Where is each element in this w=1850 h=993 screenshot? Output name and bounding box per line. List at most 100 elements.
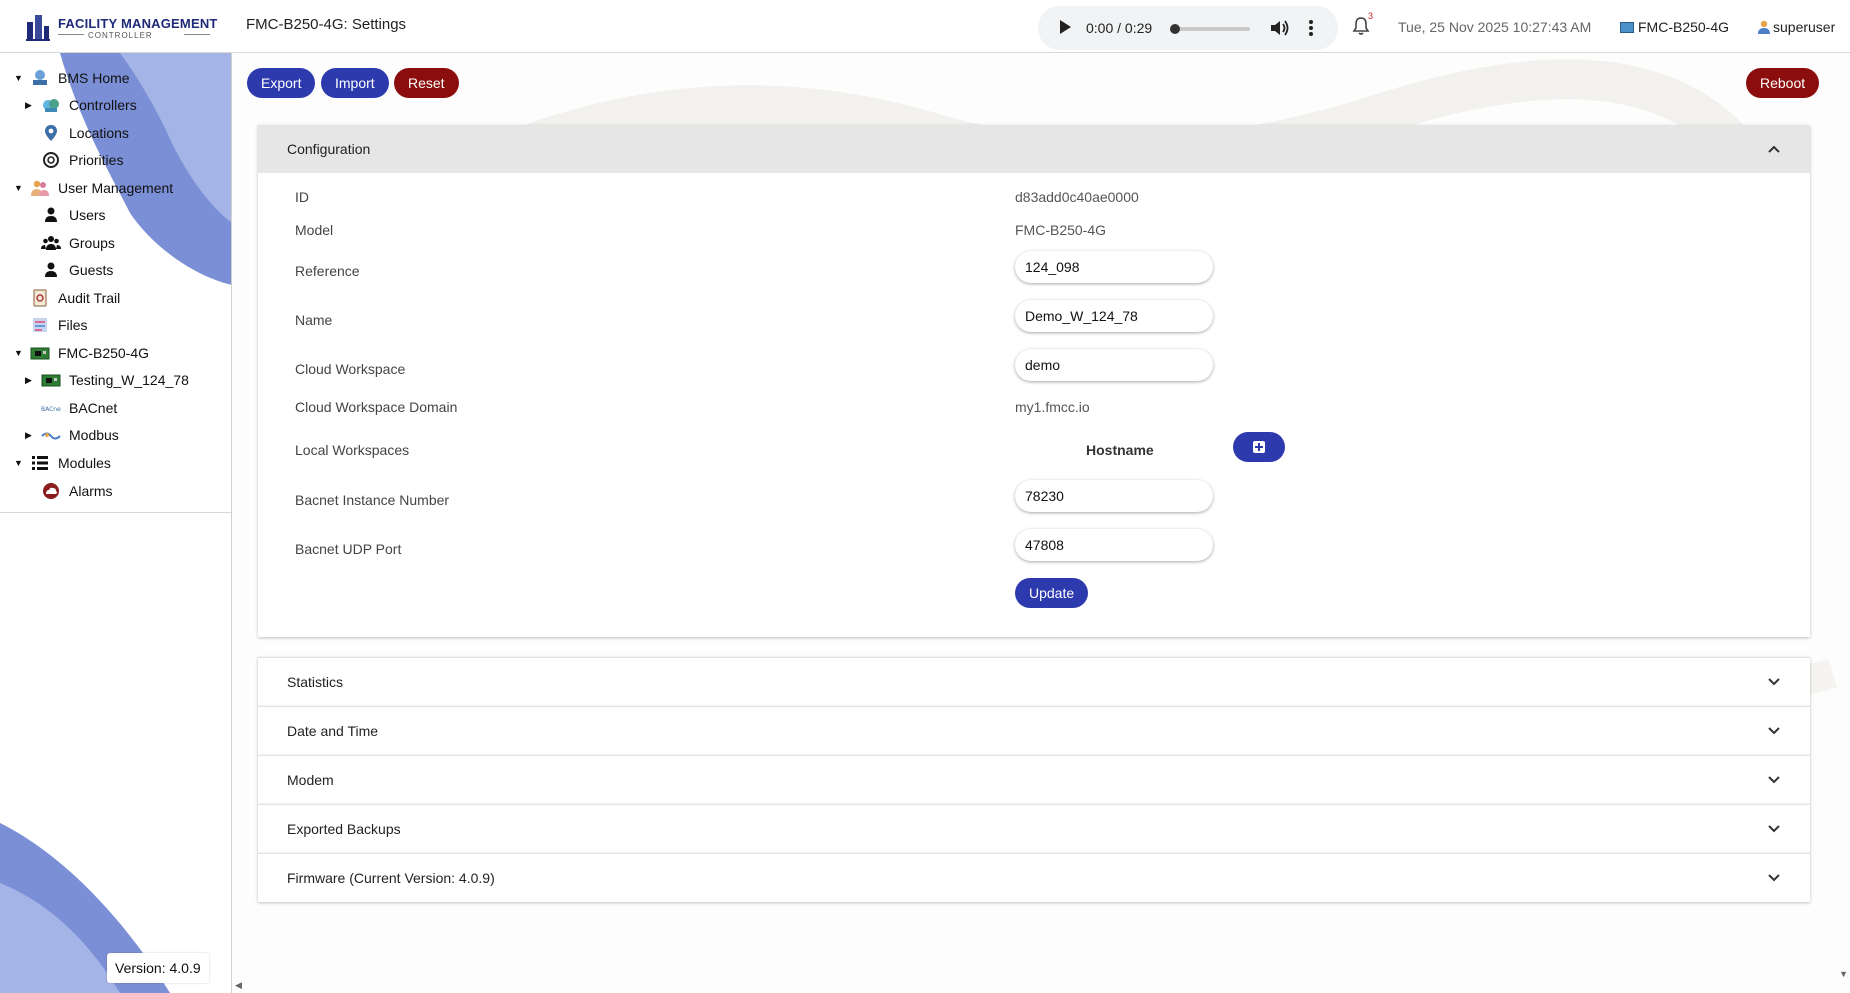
logo-divider — [58, 34, 84, 35]
reset-button[interactable]: Reset — [394, 68, 459, 98]
bacnet-port-label: Bacnet UDP Port — [295, 541, 402, 557]
sidebar-item-audit-trail[interactable]: Audit Trail — [14, 286, 120, 310]
firmware-header[interactable]: Firmware (Current Version: 4.0.9) — [258, 854, 1810, 902]
chevron-down-icon[interactable] — [1768, 676, 1780, 688]
sidebar-item-bacnet[interactable]: BACnet BACnet — [25, 396, 117, 420]
user-avatar-icon — [1758, 20, 1770, 34]
chevron-down-icon[interactable] — [1768, 725, 1780, 737]
sidebar-item-testing-w-124-78[interactable]: ▶ Testing_W_124_78 — [25, 368, 189, 392]
bacnet-port-input[interactable] — [1015, 529, 1213, 561]
bms-home-icon — [30, 69, 50, 87]
sidebar-item-label: BMS Home — [58, 70, 130, 86]
hostname-column-header: Hostname — [1086, 442, 1154, 458]
sidebar-item-users[interactable]: Users — [25, 203, 106, 227]
cloud-workspace-input[interactable] — [1015, 349, 1213, 381]
exported-backups-panel[interactable]: Exported Backups — [258, 804, 1810, 853]
caret-right-icon[interactable]: ▶ — [25, 430, 37, 441]
import-button[interactable]: Import — [321, 68, 389, 98]
date-time-panel[interactable]: Date and Time — [258, 706, 1810, 755]
firmware-panel[interactable]: Firmware (Current Version: 4.0.9) — [258, 853, 1810, 902]
version-badge: Version: 4.0.9 — [107, 953, 209, 983]
audio-seek-bar[interactable] — [1170, 24, 1250, 34]
name-input[interactable] — [1015, 300, 1213, 332]
sidebar-item-label: Audit Trail — [58, 290, 121, 306]
sidebar-item-controllers[interactable]: ▶ Controllers — [25, 93, 137, 117]
sidebar-item-label: Files — [58, 317, 88, 333]
sidebar-item-label: Testing_W_124_78 — [69, 372, 189, 388]
sidebar-item-groups[interactable]: Groups — [25, 231, 115, 255]
bacnet-instance-input[interactable] — [1015, 480, 1213, 512]
sidebar-item-modbus[interactable]: ▶ Modbus — [25, 423, 119, 447]
sidebar-item-label: BACnet — [69, 400, 118, 416]
sidebar-item-user-management[interactable]: ▼ User Management — [14, 176, 173, 200]
local-workspaces-label: Local Workspaces — [295, 442, 410, 458]
modules-list-icon — [30, 454, 50, 472]
sidebar-divider — [0, 512, 231, 513]
audio-time: 0:00 / 0:29 — [1086, 20, 1153, 36]
plus-square-icon — [1253, 441, 1265, 453]
reboot-button[interactable]: Reboot — [1746, 68, 1820, 98]
sidebar-item-label: Locations — [69, 125, 129, 141]
device-selector[interactable]: FMC-B250-4G — [1620, 19, 1729, 35]
sidebar-item-priorities[interactable]: Priorities — [25, 148, 123, 172]
update-button[interactable]: Update — [1015, 578, 1089, 608]
date-time-header[interactable]: Date and Time — [258, 707, 1810, 755]
device-name: FMC-B250-4G — [1638, 19, 1730, 35]
sidebar-item-label: Modules — [58, 455, 111, 471]
app-header: FACILITY MANAGEMENT CONTROLLER FMC-B250-… — [0, 0, 1850, 53]
volume-icon[interactable] — [1270, 19, 1290, 37]
add-local-workspace-button[interactable] — [1233, 432, 1285, 462]
chevron-down-icon[interactable] — [1768, 823, 1780, 835]
sidebar-item-bms-home[interactable]: ▼ BMS Home — [14, 66, 130, 90]
controller-board-icon — [41, 371, 61, 389]
modem-header[interactable]: Modem — [258, 756, 1810, 804]
configuration-header[interactable]: Configuration — [258, 125, 1810, 173]
section-title: Modem — [287, 772, 334, 788]
sidebar-item-fmc-b250-4g[interactable]: ▼ FMC-B250-4G — [14, 341, 149, 365]
logo-subtitle: CONTROLLER — [88, 31, 153, 40]
user-name: superuser — [1773, 19, 1836, 35]
sidebar-item-label: Controllers — [69, 97, 137, 113]
sidebar-item-modules[interactable]: ▼ Modules — [14, 451, 111, 475]
caret-down-icon[interactable]: ▼ — [14, 348, 26, 358]
section-title: Date and Time — [287, 723, 379, 739]
caret-right-icon[interactable]: ▶ — [25, 100, 37, 111]
caret-down-icon[interactable]: ▼ — [14, 183, 26, 193]
model-value: FMC-B250-4G — [1015, 222, 1107, 238]
chevron-down-icon[interactable] — [1768, 872, 1780, 884]
id-value: d83add0c40ae0000 — [1015, 189, 1139, 205]
cloud-workspace-label: Cloud Workspace — [295, 361, 406, 377]
caret-down-icon[interactable]: ▼ — [14, 73, 26, 83]
caret-right-icon[interactable]: ▶ — [25, 375, 37, 386]
audio-seek-thumb[interactable] — [1170, 24, 1180, 34]
sidebar-item-label: Guests — [69, 262, 114, 278]
statistics-header[interactable]: Statistics — [258, 658, 1810, 706]
statistics-panel[interactable]: Statistics — [258, 657, 1810, 706]
sidebar: ▼ BMS Home ▶ Controllers Locations Priorities… — [0, 53, 232, 993]
sidebar-item-alarms[interactable]: Alarms — [25, 479, 113, 503]
scroll-down-arrow-icon[interactable]: ▼ — [1839, 969, 1848, 979]
sidebar-item-files[interactable]: Files — [14, 313, 88, 337]
section-title: Exported Backups — [287, 821, 401, 837]
user-menu[interactable]: superuser — [1758, 19, 1835, 35]
modem-panel[interactable]: Modem — [258, 755, 1810, 804]
caret-down-icon[interactable]: ▼ — [14, 458, 26, 468]
chevron-up-icon[interactable] — [1768, 143, 1780, 155]
sidebar-item-label: Priorities — [69, 152, 124, 168]
chevron-down-icon[interactable] — [1768, 774, 1780, 786]
sidebar-item-guests[interactable]: Guests — [25, 258, 113, 282]
groups-icon — [41, 234, 61, 252]
app-logo[interactable]: FACILITY MANAGEMENT CONTROLLER — [24, 10, 217, 44]
reference-input[interactable] — [1015, 251, 1213, 283]
scroll-left-arrow-icon[interactable]: ◀ — [235, 980, 242, 991]
controller-board-icon — [30, 344, 50, 362]
sidebar-item-locations[interactable]: Locations — [25, 121, 129, 145]
play-icon[interactable] — [1060, 20, 1071, 34]
exported-backups-header[interactable]: Exported Backups — [258, 805, 1810, 853]
notification-count: 3 — [1368, 11, 1374, 21]
sidebar-item-label: Users — [69, 207, 106, 223]
modbus-icon — [41, 426, 61, 444]
export-button[interactable]: Export — [247, 68, 316, 98]
more-options-icon[interactable] — [1308, 19, 1314, 37]
alarm-cloud-icon — [41, 482, 61, 500]
